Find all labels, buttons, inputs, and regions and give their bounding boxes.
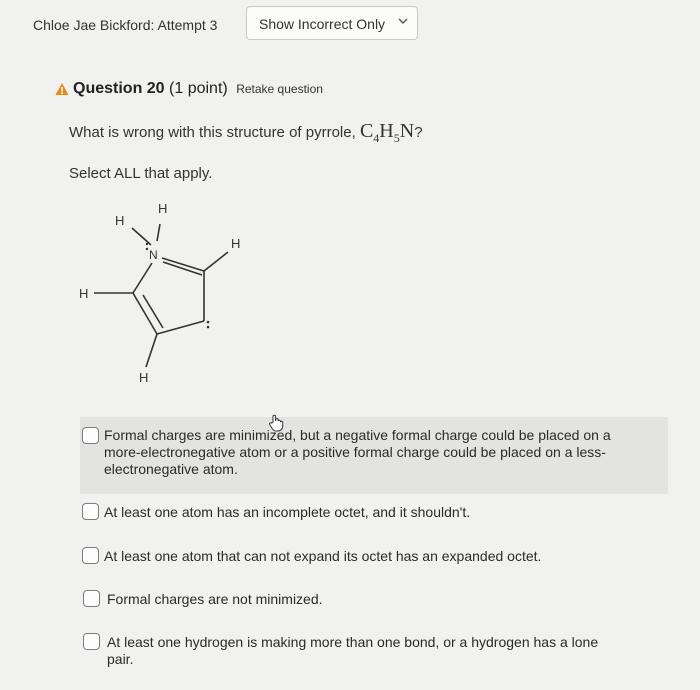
answer-option-4[interactable]: Formal charges are not minimized.	[80, 587, 668, 611]
question-prompt: What is wrong with this structure of pyr…	[69, 120, 423, 146]
bond-n-c-left	[132, 262, 153, 294]
bond-n-h-top	[156, 223, 161, 242]
answer-checkbox-3[interactable]	[82, 547, 99, 564]
answer-label-1: Formal charges are minimized, but a nega…	[104, 427, 611, 477]
warning-icon	[55, 83, 69, 95]
answer-option-2[interactable]: At least one atom has an incomplete octe…	[80, 500, 668, 524]
atom-n: N	[149, 248, 158, 262]
retake-question-link[interactable]: Retake question	[236, 82, 323, 96]
molecular-formula: C4H5N	[359, 120, 415, 145]
bond-c-bottom-h	[145, 333, 158, 368]
answer-checkbox-4[interactable]	[83, 590, 100, 607]
answer-option-5[interactable]: At least one hydrogen is making more tha…	[80, 630, 668, 672]
question-title: Question 20	[73, 80, 165, 97]
atom-h-bottom: H	[139, 370, 148, 385]
bond-c-right-h	[203, 251, 229, 272]
answer-label-4: Formal charges are not minimized.	[107, 591, 323, 607]
bond-c-bottom-c-right	[156, 320, 205, 335]
question-title-row: Question 20 (1 point) Retake question	[73, 80, 323, 98]
answer-checkbox-1[interactable]	[82, 427, 99, 444]
answer-checkbox-5[interactable]	[83, 633, 100, 650]
prompt-text: What is wrong with this structure of pyr…	[69, 124, 356, 141]
answer-option-3[interactable]: At least one atom that can not expand it…	[80, 544, 668, 568]
filter-selected-value: Show Incorrect Only	[259, 16, 386, 32]
bond-n-h-left	[131, 227, 152, 246]
answer-label-2: At least one atom has an incomplete octe…	[104, 504, 471, 520]
filter-dropdown[interactable]: Show Incorrect Only	[246, 6, 418, 40]
atom-h-right: H	[231, 236, 240, 251]
prompt-end: ?	[414, 124, 423, 141]
atom-h-left: H	[79, 286, 88, 301]
answer-option-1[interactable]: Formal charges are minimized, but a nega…	[80, 417, 668, 494]
instruction-text: Select ALL that apply.	[69, 165, 213, 182]
chevron-down-icon	[398, 18, 408, 24]
answer-label-5: At least one hydrogen is making more tha…	[107, 634, 599, 667]
atom-h-top: H	[158, 201, 167, 216]
atom-h-left-top: H	[115, 213, 124, 228]
answer-checkbox-2[interactable]	[82, 503, 99, 520]
top-bar: Chloe Jae Bickford: Attempt 3 Show Incor…	[0, 0, 700, 55]
answer-label-3: At least one atom that can not expand it…	[104, 548, 542, 564]
question-points: (1 point)	[169, 80, 228, 97]
hand-cursor-icon	[269, 414, 284, 432]
pyrrole-structure-diagram: H H N H H H	[79, 201, 240, 385]
attempt-title: Chloe Jae Bickford: Attempt 3	[33, 17, 218, 33]
bond-c-left-c-bottom-2	[142, 294, 164, 329]
